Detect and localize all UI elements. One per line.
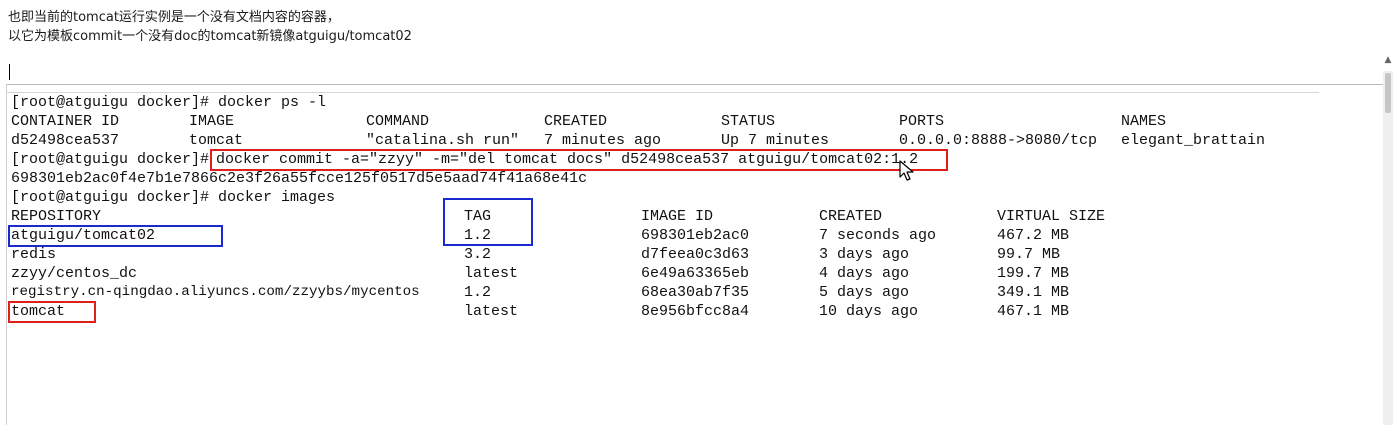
image-repository: redis: [11, 246, 57, 263]
image-size: 99.7 MB: [997, 246, 1061, 263]
image-repository: registry.cn-qingdao.aliyuncs.com/zzyybs/…: [11, 284, 420, 300]
images-row-cutoff: [11, 321, 1111, 325]
ps-header-container-id: CONTAINER ID: [11, 113, 120, 130]
image-tag: 1.2: [464, 284, 492, 301]
ps-header-row: CONTAINER ID IMAGE COMMAND CREATED STATU…: [11, 112, 1311, 131]
commit-prompt: [root@atguigu docker]#: [11, 151, 210, 168]
images-row: zzyy/centos_dc latest 6e49a63365eb 4 day…: [11, 264, 1311, 283]
commit-hash-output: 698301eb2ac0f4e7b1e7866c2e3f26a55fcce125…: [11, 170, 588, 187]
images-header-created: CREATED: [819, 208, 883, 225]
scrollbar-thumb[interactable]: [1385, 73, 1391, 113]
ps-names: elegant_brattain: [1121, 132, 1266, 149]
ps-command: "catalina.sh run": [366, 132, 520, 149]
ps-header-ports: PORTS: [899, 113, 945, 130]
ps-header-image: IMAGE: [189, 113, 235, 130]
image-created: 7 seconds ago: [819, 227, 937, 244]
docker-images-command: [root@atguigu docker]# docker images: [11, 189, 336, 206]
vertical-scrollbar[interactable]: [1383, 71, 1393, 425]
ps-image: tomcat: [189, 132, 244, 149]
images-header-virtual-size: VIRTUAL SIZE: [997, 208, 1106, 225]
ps-data-row: d52498cea537 tomcat "catalina.sh run" 7 …: [11, 131, 1311, 150]
images-row: tomcat latest 8e956bfcc8a4 10 days ago 4…: [11, 302, 1311, 321]
image-size: 199.7 MB: [997, 265, 1070, 282]
images-row: redis 3.2 d7feea0c3d63 3 days ago 99.7 M…: [11, 245, 1311, 264]
image-size: 467.1 MB: [997, 303, 1070, 320]
images-row: registry.cn-qingdao.aliyuncs.com/zzyybs/…: [11, 283, 1311, 302]
image-id: d7feea0c3d63: [641, 246, 750, 263]
image-created: 10 days ago: [819, 303, 919, 320]
mouse-pointer-icon: [899, 160, 914, 181]
image-tag: latest: [464, 303, 519, 320]
ps-header-command: COMMAND: [366, 113, 430, 130]
image-id: 6e49a63365eb: [641, 265, 750, 282]
terminal-screenshot: [root@atguigu docker]# docker ps -l CONT…: [7, 92, 1319, 325]
ps-created: 7 minutes ago: [544, 132, 662, 149]
image-tag: latest: [464, 265, 519, 282]
ps-ports: 0.0.0.0:8888->8080/tcp: [899, 132, 1098, 149]
image-tag: 3.2: [464, 246, 492, 263]
ps-header-status: STATUS: [721, 113, 776, 130]
docker-ps-command: [root@atguigu docker]# docker ps -l: [11, 94, 327, 111]
images-header-image-id: IMAGE ID: [641, 208, 714, 225]
image-id: 68ea30ab7f35: [641, 284, 750, 301]
images-header-row: REPOSITORY TAG IMAGE ID CREATED VIRTUAL …: [11, 207, 1311, 226]
repository-highlight-box: [8, 225, 223, 247]
image-id: 698301eb2ac0: [641, 227, 750, 244]
image-created: 3 days ago: [819, 246, 910, 263]
ps-status: Up 7 minutes: [721, 132, 830, 149]
document-divider: [6, 84, 1384, 85]
ps-header-names: NAMES: [1121, 113, 1167, 130]
image-created: 5 days ago: [819, 284, 910, 301]
tag-highlight-box: [443, 198, 533, 246]
image-size: 467.2 MB: [997, 227, 1070, 244]
ps-container-id: d52498cea537: [11, 132, 120, 149]
text-caret: [9, 64, 10, 80]
images-header-repository: REPOSITORY: [11, 208, 102, 225]
image-id: 8e956bfcc8a4: [641, 303, 750, 320]
commit-command-highlight-box: [210, 149, 948, 171]
image-repository: zzyy/centos_dc: [11, 265, 138, 282]
note-line-2: 以它为模板commit一个没有doc的tomcat新镜像atguigu/tomc…: [8, 29, 412, 44]
image-tag-cutoff: [464, 321, 473, 325]
scroll-up-arrow-icon[interactable]: ▲: [1383, 49, 1393, 71]
notes-text: 也即当前的tomcat运行实例是一个没有文档内容的容器， 以它为模板commit…: [8, 8, 412, 46]
tomcat-highlight-box: [8, 301, 96, 323]
image-size: 349.1 MB: [997, 284, 1070, 301]
note-line-1: 也即当前的tomcat运行实例是一个没有文档内容的容器，: [8, 10, 340, 25]
ps-header-created: CREATED: [544, 113, 608, 130]
image-created: 4 days ago: [819, 265, 910, 282]
